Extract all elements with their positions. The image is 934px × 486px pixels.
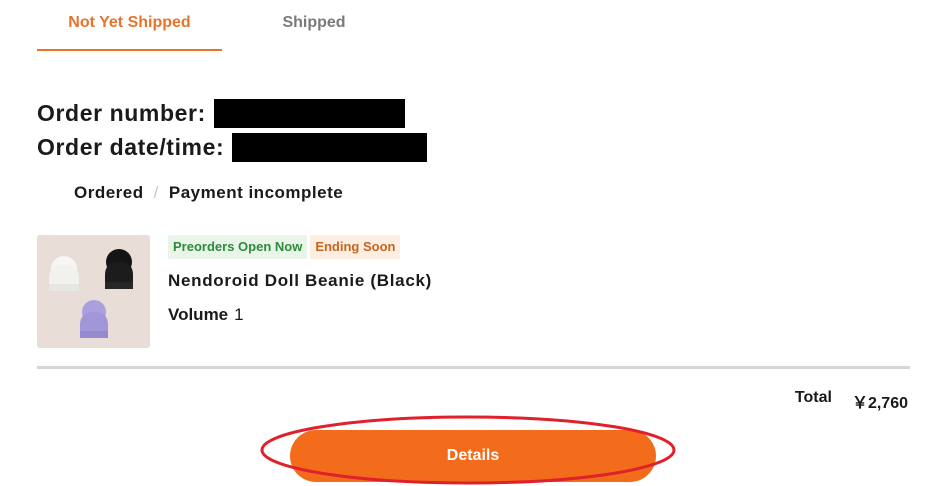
- details-button[interactable]: Details: [290, 430, 656, 482]
- tab-shipped[interactable]: Shipped: [222, 0, 406, 51]
- status-payment: Payment incomplete: [168, 183, 344, 202]
- order-number-label: Order number:: [37, 99, 206, 126]
- order-number-row: Order number:: [37, 97, 405, 129]
- product-badges: Preorders Open Now Ending Soon: [168, 235, 401, 259]
- volume-label: Volume: [168, 305, 229, 324]
- order-tabs: Not Yet Shipped Shipped: [37, 0, 910, 51]
- divider: [37, 366, 910, 369]
- order-date-redacted: [232, 132, 428, 162]
- status-ordered: Ordered: [74, 183, 144, 202]
- order-date-row: Order date/time:: [37, 131, 428, 163]
- beanie-image: [37, 235, 150, 348]
- total-label: Total: [794, 389, 832, 406]
- total-value: ￥2,760: [851, 395, 908, 412]
- product-thumbnail[interactable]: [37, 235, 150, 348]
- badge-preorders-open: Preorders Open Now: [168, 235, 308, 259]
- order-date-label: Order date/time:: [37, 133, 225, 160]
- order-total: Total ￥2,760: [795, 389, 908, 413]
- product-volume: Volume 1: [168, 305, 244, 325]
- tab-not-yet-shipped[interactable]: Not Yet Shipped: [37, 0, 222, 51]
- order-number-redacted: [213, 98, 405, 128]
- status-separator: /: [153, 183, 159, 202]
- volume-value: 1: [234, 305, 244, 324]
- order-status: Ordered / Payment incomplete: [74, 183, 343, 203]
- product-name[interactable]: Nendoroid Doll Beanie (Black): [168, 271, 432, 291]
- badge-ending-soon: Ending Soon: [310, 235, 401, 259]
